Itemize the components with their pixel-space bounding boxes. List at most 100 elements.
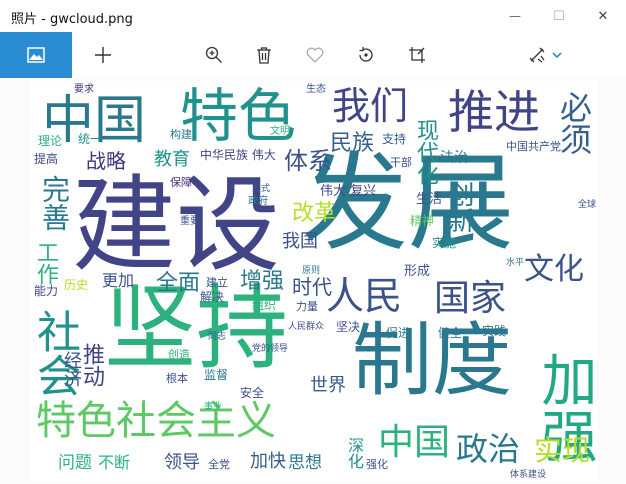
- word-zengqiang: 增强: [240, 269, 285, 294]
- word-wanshan: 完善: [38, 175, 71, 231]
- word-shengtai: 生态: [306, 84, 326, 95]
- word-bixu: 必须: [555, 91, 593, 155]
- word-shiye: 事业: [204, 402, 223, 412]
- word-woguo: 我国: [282, 231, 318, 252]
- word-shenhua: 深化: [345, 437, 364, 469]
- word-nengli: 能力: [34, 284, 59, 298]
- word-lishi: 历史: [64, 278, 89, 292]
- title-bar: 照片 - gwcloud.png — ☐ ✕: [0, 0, 626, 33]
- toolbar: [0, 32, 626, 78]
- word-quanqiu: 全球: [578, 200, 597, 210]
- word-quanmian: 全面: [156, 271, 201, 296]
- minimize-button[interactable]: —: [494, 0, 536, 32]
- wordcloud-image[interactable]: 建设 发展 坚持 制度 中国 特色 我们 推进 必须 社会 人民 国家 文化 加…: [30, 81, 598, 482]
- maximize-icon: ☐: [553, 8, 565, 24]
- word-lilun: 理论: [38, 134, 63, 148]
- word-tesesheuizhuyi: 特色社会主义: [36, 398, 276, 444]
- favorite-icon: [306, 47, 324, 63]
- word-goujian: 构建: [170, 128, 192, 141]
- word-ganbu: 干部: [390, 156, 412, 169]
- word-lingdao: 领导: [164, 452, 200, 473]
- rotate-icon: [359, 47, 373, 62]
- word-zhongyao: 重要: [180, 216, 200, 227]
- word-wenhua: 文化: [524, 252, 584, 287]
- word-shuiping: 水平: [506, 258, 525, 268]
- window-title: 照片 - gwcloud.png: [11, 12, 133, 27]
- word-zhengzhi: 政治: [456, 430, 521, 468]
- word-chuangzao: 创造: [168, 348, 190, 361]
- word-gaige: 改革: [292, 201, 337, 226]
- add-button[interactable]: [80, 32, 126, 78]
- word-jiandu: 监督: [204, 368, 229, 382]
- word-jingshen: 精神: [410, 214, 435, 228]
- maximize-button[interactable]: ☐: [538, 0, 580, 32]
- close-button[interactable]: ✕: [582, 0, 624, 32]
- zoom-icon: [205, 46, 222, 63]
- word-dangdelingdao: 党的领导: [252, 344, 289, 354]
- word-genben: 根本: [166, 372, 188, 385]
- image-canvas[interactable]: 建设 发展 坚持 制度 中国 特色 我们 推进 必须 社会 人民 国家 文化 加…: [0, 78, 626, 484]
- word-anquan: 安全: [240, 386, 265, 400]
- word-fazhi: 法治: [440, 150, 468, 166]
- word-gengjia: 更加: [102, 271, 135, 290]
- crop-button[interactable]: [394, 32, 440, 78]
- word-zhichi: 支持: [382, 132, 407, 146]
- word-jianjue: 坚决: [336, 320, 361, 334]
- favorite-button[interactable]: [292, 32, 338, 78]
- word-jiaoyu: 教育: [154, 149, 190, 170]
- word-shijie: 世界: [310, 375, 346, 396]
- delete-button[interactable]: [241, 32, 287, 78]
- word-cujin: 促进: [386, 326, 411, 340]
- word-wenti: 问题: [58, 453, 92, 473]
- word-renmin: 人民: [326, 274, 403, 318]
- word-yuanze: 原则: [302, 266, 321, 276]
- word-chuangxin: 创新: [444, 181, 474, 233]
- word-women: 我们: [332, 84, 409, 128]
- minimize-icon: —: [509, 9, 521, 23]
- word-weida-fuxing: 伟大 复兴: [320, 184, 377, 199]
- zoom-button[interactable]: [191, 32, 237, 78]
- edit-options-button[interactable]: [540, 32, 574, 78]
- word-shenghuo: 生活: [416, 192, 443, 207]
- word-zhonghuaminzu-weida: 中华民族 伟大: [200, 148, 276, 162]
- word-jianquan: 健全: [438, 326, 463, 340]
- delete-icon: [257, 47, 271, 64]
- word-tuidong: 推动: [79, 343, 104, 387]
- word-shijian: 实践: [482, 324, 507, 338]
- gallery-button[interactable]: [0, 32, 72, 78]
- word-sixiang: 思想: [288, 453, 322, 473]
- word-jiakuai: 加快: [250, 451, 286, 472]
- word-quandang: 全党: [208, 458, 230, 471]
- word-shixian: 实现: [534, 434, 591, 467]
- close-icon: ✕: [597, 8, 609, 24]
- word-tixijianshe: 体系建设: [510, 470, 547, 480]
- word-buduan: 不断: [98, 453, 131, 472]
- word-jianchi: 坚持: [104, 275, 289, 382]
- word-zhongguo-2: 中国: [378, 422, 451, 463]
- word-zhongguogongchandang: 中国共产党: [506, 140, 561, 153]
- word-fangshi: 方式: [252, 184, 271, 194]
- word-tongzhi: 同志: [208, 332, 227, 342]
- word-tuijin: 推进: [448, 85, 540, 139]
- word-shidai: 时代: [292, 275, 332, 299]
- word-gongzuo: 工作: [33, 241, 58, 285]
- word-tixi: 体系: [284, 147, 332, 175]
- chevron-down-icon: [552, 52, 562, 59]
- word-xingcheng: 形成: [404, 264, 431, 279]
- word-jiejue: 解决: [200, 290, 225, 304]
- word-baozhang: 保障: [170, 176, 192, 189]
- word-tigao: 提高: [34, 152, 59, 166]
- crop-icon: [409, 47, 425, 63]
- word-zhengfu: 政府: [248, 196, 268, 207]
- word-zhanlue: 战略: [86, 149, 126, 173]
- word-qianghua: 强化: [366, 458, 388, 471]
- word-minzu: 民族: [330, 131, 375, 156]
- rotate-button[interactable]: [343, 32, 389, 78]
- word-xiandaihua: 现代化: [413, 119, 438, 185]
- word-renminqunzhong: 人民群众: [288, 322, 325, 332]
- word-zuzhi: 组织: [252, 298, 277, 312]
- word-jianli: 建立: [206, 276, 228, 289]
- word-shishi: 实施: [432, 236, 457, 250]
- word-guojia: 国家: [434, 278, 507, 319]
- add-icon: [95, 47, 111, 63]
